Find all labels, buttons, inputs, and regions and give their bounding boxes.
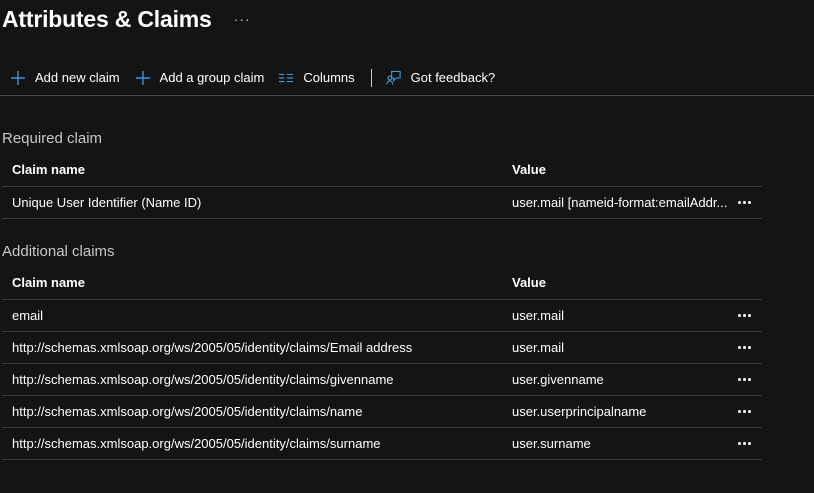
claim-value-cell: user.userprincipalname [512, 404, 647, 419]
columns-button[interactable]: Columns [278, 64, 355, 92]
attributes-claims-page: Attributes & Claims ··· Add new claim Ad… [0, 0, 814, 493]
claim-name-cell: email [12, 308, 44, 323]
columns-icon [278, 70, 294, 86]
table-header-row: Claim name Value [2, 154, 762, 187]
claim-name-cell: http://schemas.xmlsoap.org/ws/2005/05/id… [12, 340, 413, 355]
row-more-icon[interactable] [734, 193, 754, 211]
claim-name-cell: http://schemas.xmlsoap.org/ws/2005/05/id… [12, 404, 363, 419]
claim-value-cell: user.givenname [512, 372, 604, 387]
row-more-icon[interactable] [734, 338, 754, 356]
claim-value-cell: user.mail [512, 308, 565, 323]
table-header-row: Claim name Value [2, 267, 762, 300]
required-claim-heading: Required claim [2, 130, 103, 147]
table-row[interactable]: email user.mail [2, 300, 762, 332]
plus-icon [10, 70, 26, 86]
claim-name-cell: http://schemas.xmlsoap.org/ws/2005/05/id… [12, 372, 394, 387]
value-column-header: Value [512, 162, 546, 177]
table-row[interactable]: http://schemas.xmlsoap.org/ws/2005/05/id… [2, 364, 762, 396]
additional-claims-table: Claim name Value email user.mail http://… [2, 267, 762, 460]
feedback-label: Got feedback? [410, 70, 496, 85]
page-more-button[interactable]: ··· [234, 3, 251, 35]
add-group-claim-label: Add a group claim [159, 70, 265, 85]
columns-label: Columns [303, 70, 355, 85]
feedback-icon [386, 70, 402, 86]
table-row[interactable]: http://schemas.xmlsoap.org/ws/2005/05/id… [2, 332, 762, 364]
table-row[interactable]: Unique User Identifier (Name ID) user.ma… [2, 187, 762, 219]
plus-icon [135, 70, 151, 86]
add-group-claim-button[interactable]: Add a group claim [135, 64, 265, 92]
table-row[interactable]: http://schemas.xmlsoap.org/ws/2005/05/id… [2, 428, 762, 460]
row-more-icon[interactable] [734, 370, 754, 388]
feedback-button[interactable]: Got feedback? [386, 64, 496, 92]
command-bar: Add new claim Add a group claim Columns … [0, 62, 814, 96]
row-more-icon[interactable] [734, 434, 754, 452]
toolbar-divider [370, 68, 372, 87]
required-claims-table: Claim name Value Unique User Identifier … [2, 154, 762, 219]
claim-name-column-header: Claim name [12, 162, 85, 177]
row-more-icon[interactable] [734, 402, 754, 420]
claim-value-cell: user.mail [nameid-format:emailAddr... [512, 195, 728, 210]
claim-value-cell: user.surname [512, 436, 591, 451]
page-title: Attributes & Claims [2, 6, 212, 32]
value-column-header: Value [512, 275, 546, 290]
additional-claims-heading: Additional claims [2, 243, 115, 260]
page-header: Attributes & Claims ··· [2, 3, 251, 35]
claim-name-cell: http://schemas.xmlsoap.org/ws/2005/05/id… [12, 436, 381, 451]
add-new-claim-button[interactable]: Add new claim [10, 64, 120, 92]
claim-name-cell: Unique User Identifier (Name ID) [12, 195, 202, 210]
claim-name-column-header: Claim name [12, 275, 85, 290]
claim-value-cell: user.mail [512, 340, 565, 355]
row-more-icon[interactable] [734, 306, 754, 324]
table-row[interactable]: http://schemas.xmlsoap.org/ws/2005/05/id… [2, 396, 762, 428]
add-new-claim-label: Add new claim [35, 70, 120, 85]
